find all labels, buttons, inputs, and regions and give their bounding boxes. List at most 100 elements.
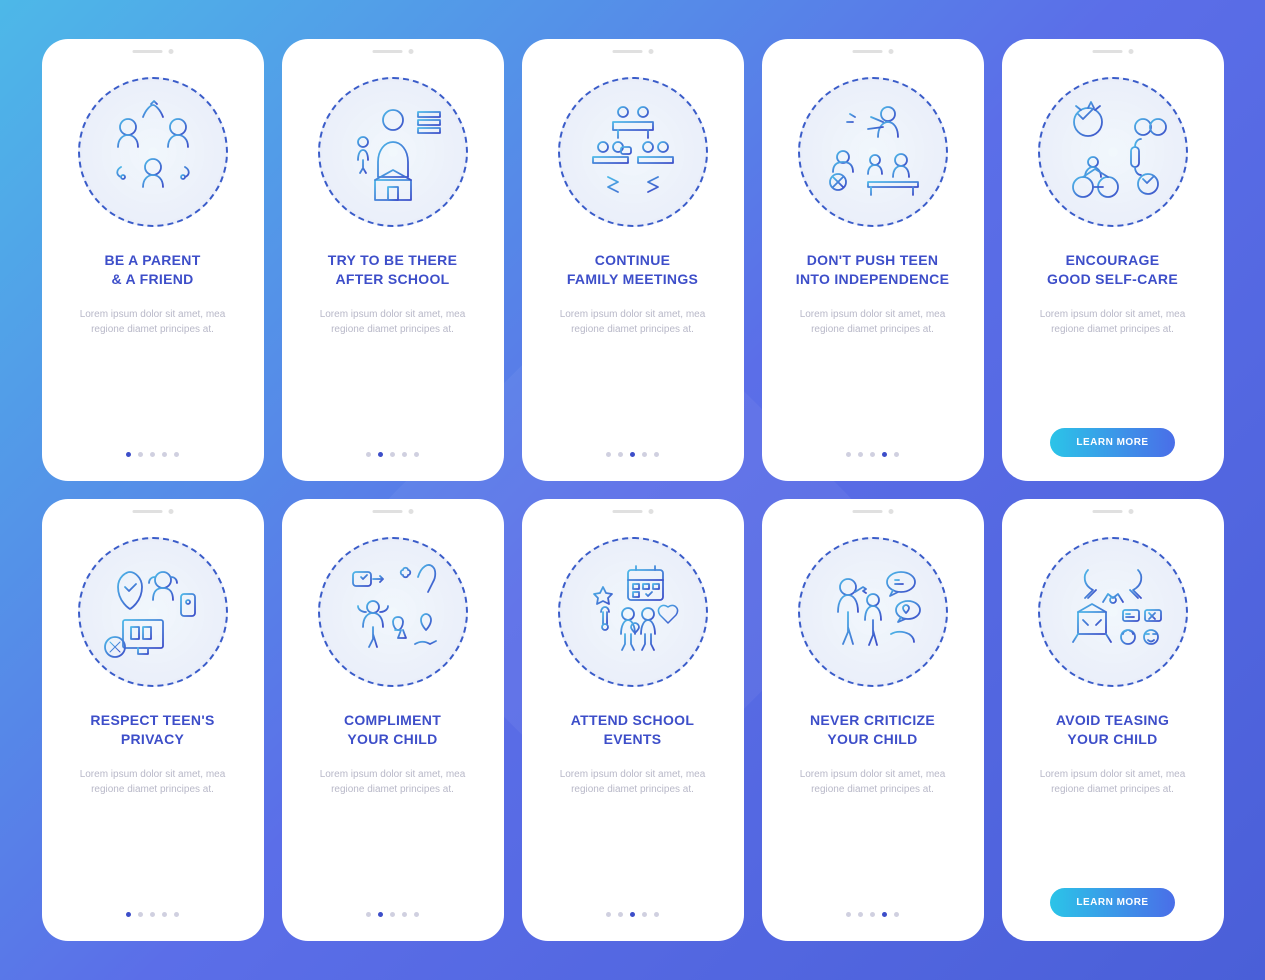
card-title: AVOID TEASING YOUR CHILD xyxy=(1056,711,1169,749)
pagination-dot[interactable] xyxy=(174,912,179,917)
pagination-dot[interactable] xyxy=(126,912,131,917)
pagination-dot[interactable] xyxy=(606,912,611,917)
pagination-dots xyxy=(126,452,179,457)
concept-icon xyxy=(558,77,708,227)
pagination-dot[interactable] xyxy=(858,452,863,457)
concept-icon xyxy=(1038,537,1188,687)
pagination-dot[interactable] xyxy=(882,912,887,917)
pagination-dot[interactable] xyxy=(654,912,659,917)
onboarding-card: TRY TO BE THERE AFTER SCHOOL Lorem ipsum… xyxy=(282,39,504,481)
pagination-dot[interactable] xyxy=(150,452,155,457)
pagination-dots xyxy=(366,912,419,917)
card-body: Lorem ipsum dolor sit amet, mea regione … xyxy=(1016,767,1210,797)
card-title: DON'T PUSH TEEN INTO INDEPENDENCE xyxy=(796,251,949,289)
card-title: TRY TO BE THERE AFTER SCHOOL xyxy=(328,251,457,289)
pagination-dot[interactable] xyxy=(402,452,407,457)
pagination-dot[interactable] xyxy=(894,912,899,917)
pagination-dot[interactable] xyxy=(402,912,407,917)
phone-notch xyxy=(612,509,653,514)
pagination-dot[interactable] xyxy=(414,912,419,917)
pagination-dots xyxy=(606,452,659,457)
pagination-dot[interactable] xyxy=(138,452,143,457)
pagination-dot[interactable] xyxy=(630,912,635,917)
phone-notch xyxy=(1092,509,1133,514)
concept-icon xyxy=(1038,77,1188,227)
card-body: Lorem ipsum dolor sit amet, mea regione … xyxy=(776,767,970,797)
pagination-dot[interactable] xyxy=(378,912,383,917)
pagination-dot[interactable] xyxy=(366,452,371,457)
phone-grid: BE A PARENT & A FRIEND Lorem ipsum dolor… xyxy=(18,15,1248,965)
pagination-dot[interactable] xyxy=(618,452,623,457)
onboarding-card: ATTEND SCHOOL EVENTS Lorem ipsum dolor s… xyxy=(522,499,744,941)
pagination-dot[interactable] xyxy=(846,452,851,457)
phone-notch xyxy=(1092,49,1133,54)
card-body: Lorem ipsum dolor sit amet, mea regione … xyxy=(56,307,250,337)
pagination-dot[interactable] xyxy=(162,912,167,917)
pagination-dot[interactable] xyxy=(390,452,395,457)
pagination-dot[interactable] xyxy=(846,912,851,917)
pagination-dot[interactable] xyxy=(174,452,179,457)
onboarding-card: ENCOURAGE GOOD SELF-CARE Lorem ipsum dol… xyxy=(1002,39,1224,481)
card-title: COMPLIMENT YOUR CHILD xyxy=(344,711,441,749)
pagination-dot[interactable] xyxy=(894,452,899,457)
pagination-dots xyxy=(846,452,899,457)
pagination-dot[interactable] xyxy=(618,912,623,917)
pagination-dot[interactable] xyxy=(654,452,659,457)
pagination-dots xyxy=(366,452,419,457)
pagination-dot[interactable] xyxy=(162,452,167,457)
pagination-dots xyxy=(606,912,659,917)
concept-icon xyxy=(318,537,468,687)
card-title: CONTINUE FAMILY MEETINGS xyxy=(567,251,698,289)
pagination-dot[interactable] xyxy=(606,452,611,457)
learn-more-button[interactable]: LEARN MORE xyxy=(1050,888,1174,917)
card-body: Lorem ipsum dolor sit amet, mea regione … xyxy=(776,307,970,337)
onboarding-card: CONTINUE FAMILY MEETINGS Lorem ipsum dol… xyxy=(522,39,744,481)
onboarding-card: AVOID TEASING YOUR CHILD Lorem ipsum dol… xyxy=(1002,499,1224,941)
concept-icon xyxy=(78,77,228,227)
card-title: ATTEND SCHOOL EVENTS xyxy=(571,711,694,749)
phone-notch xyxy=(372,49,413,54)
concept-icon xyxy=(558,537,708,687)
pagination-dot[interactable] xyxy=(882,452,887,457)
phone-notch xyxy=(852,509,893,514)
pagination-dot[interactable] xyxy=(642,912,647,917)
pagination-dot[interactable] xyxy=(366,912,371,917)
phone-notch xyxy=(132,509,173,514)
card-title: NEVER CRITICIZE YOUR CHILD xyxy=(810,711,935,749)
concept-icon xyxy=(798,77,948,227)
concept-icon xyxy=(798,537,948,687)
card-body: Lorem ipsum dolor sit amet, mea regione … xyxy=(56,767,250,797)
pagination-dot[interactable] xyxy=(414,452,419,457)
pagination-dots xyxy=(126,912,179,917)
card-body: Lorem ipsum dolor sit amet, mea regione … xyxy=(536,307,730,337)
onboarding-card: DON'T PUSH TEEN INTO INDEPENDENCE Lorem … xyxy=(762,39,984,481)
card-body: Lorem ipsum dolor sit amet, mea regione … xyxy=(296,307,490,337)
phone-notch xyxy=(612,49,653,54)
card-body: Lorem ipsum dolor sit amet, mea regione … xyxy=(296,767,490,797)
pagination-dot[interactable] xyxy=(150,912,155,917)
onboarding-card: RESPECT TEEN'S PRIVACY Lorem ipsum dolor… xyxy=(42,499,264,941)
pagination-dot[interactable] xyxy=(870,912,875,917)
card-title: RESPECT TEEN'S PRIVACY xyxy=(90,711,214,749)
card-title: ENCOURAGE GOOD SELF-CARE xyxy=(1047,251,1178,289)
card-body: Lorem ipsum dolor sit amet, mea regione … xyxy=(1016,307,1210,337)
concept-icon xyxy=(318,77,468,227)
pagination-dots xyxy=(846,912,899,917)
pagination-dot[interactable] xyxy=(858,912,863,917)
pagination-dot[interactable] xyxy=(642,452,647,457)
card-title: BE A PARENT & A FRIEND xyxy=(104,251,200,289)
phone-notch xyxy=(372,509,413,514)
concept-icon xyxy=(78,537,228,687)
learn-more-button[interactable]: LEARN MORE xyxy=(1050,428,1174,457)
pagination-dot[interactable] xyxy=(390,912,395,917)
phone-notch xyxy=(852,49,893,54)
pagination-dot[interactable] xyxy=(378,452,383,457)
pagination-dot[interactable] xyxy=(126,452,131,457)
card-body: Lorem ipsum dolor sit amet, mea regione … xyxy=(536,767,730,797)
phone-notch xyxy=(132,49,173,54)
onboarding-card: COMPLIMENT YOUR CHILD Lorem ipsum dolor … xyxy=(282,499,504,941)
pagination-dot[interactable] xyxy=(630,452,635,457)
pagination-dot[interactable] xyxy=(870,452,875,457)
pagination-dot[interactable] xyxy=(138,912,143,917)
onboarding-card: NEVER CRITICIZE YOUR CHILD Lorem ipsum d… xyxy=(762,499,984,941)
